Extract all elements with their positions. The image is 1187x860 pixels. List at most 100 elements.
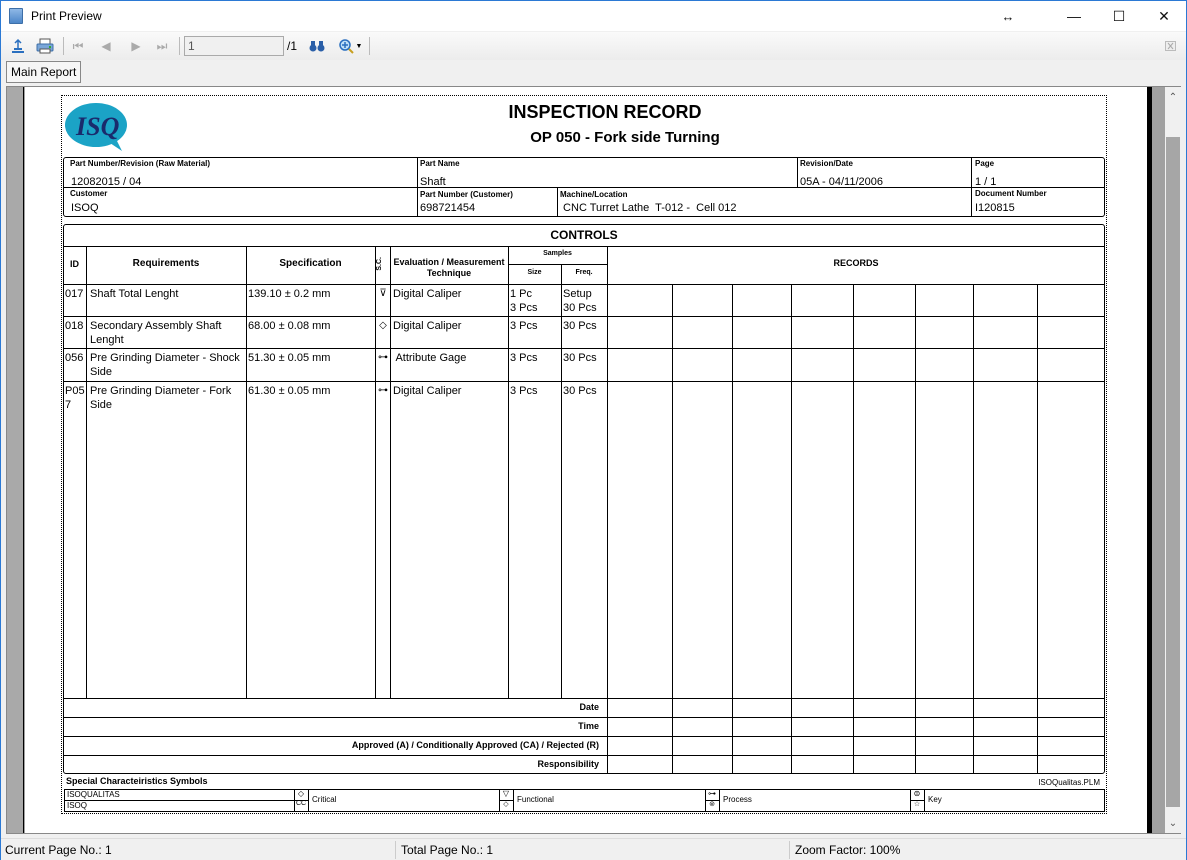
print-button[interactable] [35, 36, 55, 56]
legend-symbol-icon: ☆ [913, 801, 921, 808]
zoom-in-icon [338, 39, 354, 54]
legend-company-2: ISOQ [67, 801, 88, 810]
document-number-label: Document Number [975, 189, 1047, 198]
machine-value: CNC Turret Lathe T-012 - Cell 012 [560, 202, 737, 214]
row-evaluation: Digital Caliper [393, 288, 462, 300]
legend-divider [308, 789, 309, 812]
revision-label: Revision/Date [800, 159, 853, 168]
row-size: 3 Pcs [510, 320, 538, 332]
resize-icon: ↔ [1001, 8, 1015, 24]
minimize-button[interactable]: — [1051, 1, 1097, 31]
maximize-button[interactable]: ☐ [1096, 1, 1142, 31]
customer-value: ISOQ [71, 202, 99, 214]
col-header-records: RECORDS [833, 258, 879, 268]
total-pages-label: /1 [287, 39, 298, 53]
report-tabs: Main Report [1, 60, 1186, 84]
next-page-button[interactable]: ▶ [129, 36, 143, 56]
legend-symbol-icon: ⊶ [708, 789, 716, 798]
legend-symbol-icon: ⊜ [913, 789, 921, 798]
row-requirement: Pre Grinding Diameter - Fork Side [90, 385, 232, 411]
date-row-label: Date [579, 702, 599, 712]
status-bar: Current Page No.: 1 Total Page No.: 1 Zo… [1, 838, 1186, 860]
page-value: 1 / 1 [975, 176, 997, 188]
row-size: 1 Pc 3 Pcs [510, 288, 538, 314]
responsibility-row-label: Responsibility [537, 759, 599, 769]
isoq-logo: ISQ [64, 101, 130, 151]
row-specification: 61.30 ± 0.05 mm [248, 385, 331, 397]
legend-divider [924, 789, 925, 812]
legend-label: Critical [312, 795, 337, 804]
col-header-specification: Specification [279, 258, 342, 269]
row-evaluation: Digital Caliper [393, 385, 462, 397]
row-requirement: Shaft Total Lenght [90, 288, 179, 300]
time-row-label: Time [578, 721, 599, 731]
vertical-scrollbar[interactable]: ⌃ ⌄ [1165, 87, 1181, 833]
col-header-requirements: Requirements [132, 258, 200, 269]
row-freq: 30 Pcs [563, 352, 597, 364]
scroll-thumb[interactable] [1166, 137, 1180, 807]
sc-symbol-icon: ◇ [379, 320, 387, 331]
zoom-factor-status: Zoom Factor: 100% [795, 843, 901, 857]
legend-symbol-icon: ◇ [297, 789, 305, 798]
sc-symbol-icon: ⊶ [378, 352, 388, 363]
find-button[interactable] [309, 36, 325, 56]
part-name-value: Shaft [420, 176, 446, 188]
legend-divider [513, 789, 514, 812]
row-requirement: Pre Grinding Diameter - Shock Side [90, 352, 240, 378]
export-icon [12, 38, 24, 53]
svg-text:ISQ: ISQ [75, 112, 120, 141]
legend-symbol-icon: ▽ [502, 789, 510, 798]
row-id: P057 [65, 385, 85, 411]
app-icon [9, 8, 23, 24]
customer-part-number-value: 698721454 [420, 202, 476, 214]
part-number-label: Part Number/Revision (Raw Material) [70, 159, 211, 168]
controls-title: CONTROLS [550, 228, 618, 242]
page-number-input[interactable] [184, 36, 284, 56]
tab-main-report[interactable]: Main Report [6, 61, 82, 83]
row-evaluation: Attribute Gage [393, 352, 467, 364]
title-bar: Print Preview ↔ — ☐ ✕ [1, 1, 1186, 31]
first-page-button[interactable]: ⏮ [71, 36, 85, 56]
chevron-down-icon: ▼ [355, 42, 363, 50]
legend-label: Key [928, 795, 942, 804]
binoculars-icon [309, 41, 325, 52]
machine-label: Machine/Location [560, 190, 628, 199]
row-requirement: Secondary Assembly Shaft Lenght [90, 320, 222, 346]
window-title: Print Preview [31, 9, 102, 23]
total-page-status: Total Page No.: 1 [401, 843, 494, 857]
page-label: Page [975, 159, 995, 168]
zoom-button[interactable]: ▼ [337, 36, 363, 56]
document-number-value: I120815 [975, 202, 1015, 214]
row-freq: 30 Pcs [563, 385, 597, 397]
col-header-freq: Freq. [575, 269, 593, 276]
row-freq: Setup 30 Pcs [563, 288, 597, 314]
part-number-value: 12082015 / 04 [71, 176, 142, 188]
row-freq: 30 Pcs [563, 320, 597, 332]
col-header-size: Size [527, 269, 542, 276]
last-page-button[interactable]: ⏭ [155, 36, 169, 56]
legend-symbol-icon: ⊚ [709, 801, 715, 808]
scroll-down-icon[interactable]: ⌄ [1165, 815, 1181, 831]
toolbar: ⏮ ◀ ▶ ⏭ /1 ▼ [1, 32, 1186, 60]
col-header-evaluation: Evaluation / Measurement Technique [393, 257, 505, 278]
customer-part-number-label: Part Number (Customer) [420, 190, 513, 199]
row-id: 018 [65, 320, 84, 332]
legend-symbol-icon: ◇ [503, 801, 509, 808]
print-icon [36, 38, 54, 54]
legend-title: Special Characteiristics Symbols [66, 776, 208, 786]
sc-symbol-icon: ⊶ [378, 385, 388, 396]
row-size: 3 Pcs [510, 385, 538, 397]
export-button[interactable] [9, 36, 27, 56]
scroll-up-icon[interactable]: ⌃ [1165, 89, 1181, 105]
previous-page-button[interactable]: ◀ [99, 36, 113, 56]
close-button[interactable]: ✕ [1141, 1, 1187, 31]
legend-divider [719, 789, 720, 812]
row-specification: 139.10 ± 0.2 mm [248, 288, 331, 300]
report-subtitle: OP 050 - Fork side Turning [530, 129, 720, 146]
part-name-label: Part Name [420, 159, 460, 168]
close-preview-button[interactable] [1163, 36, 1177, 56]
legend-symbol-icon: CC [295, 800, 307, 807]
report-title: INSPECTION RECORD [508, 102, 702, 122]
legend-label: Functional [517, 795, 554, 804]
revision-value: 05A - 04/11/2006 [800, 176, 883, 188]
